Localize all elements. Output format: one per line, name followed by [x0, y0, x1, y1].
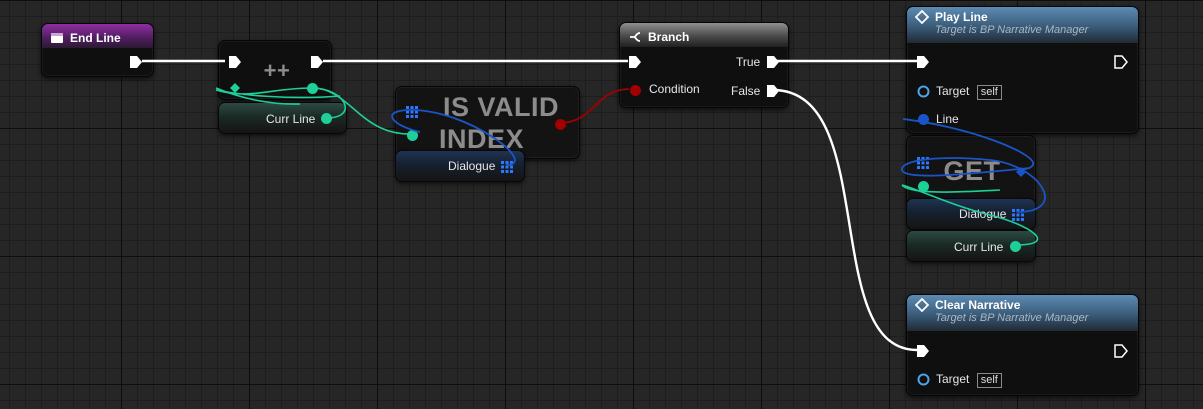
end-line-header[interactable]: End Line [42, 24, 153, 48]
is-valid-index-node[interactable]: IS VALID INDEX [395, 86, 580, 159]
int-out-pin[interactable] [320, 112, 333, 125]
exec-in-pin[interactable] [628, 55, 642, 69]
exec-out-pin[interactable] [310, 55, 324, 69]
clear-narrative-node[interactable]: Clear Narrative Target is BP Narrative M… [906, 294, 1139, 396]
play-line-title: Play Line [935, 10, 988, 24]
int-in-pin[interactable] [917, 180, 930, 193]
target-self-value[interactable]: self [976, 85, 1002, 100]
get-dialogue-label: Dialogue [959, 207, 1007, 221]
clear-narrative-title: Clear Narrative [935, 298, 1021, 312]
end-line-title: End Line [70, 31, 121, 45]
array-grid-icon[interactable] [406, 106, 418, 118]
true-label: True [736, 55, 761, 69]
object-in-pin[interactable] [917, 85, 930, 98]
bool-in-pin[interactable] [629, 84, 642, 97]
exec-in-pin[interactable] [916, 55, 930, 69]
function-icon [915, 298, 929, 312]
struct-out-pin[interactable] [1015, 166, 1027, 178]
object-in-pin[interactable] [917, 373, 930, 386]
play-line-header[interactable]: Play Line Target is BP Narrative Manager [907, 7, 1138, 43]
clear-narrative-subtitle: Target is BP Narrative Manager [935, 312, 1089, 324]
array-grid-icon[interactable] [917, 157, 929, 169]
int-in-pin[interactable] [406, 129, 419, 142]
line-label: Line [936, 112, 959, 126]
play-line-node[interactable]: Play Line Target is BP Narrative Manager… [906, 6, 1139, 134]
target-label: Target self [936, 84, 1002, 100]
condition-label: Condition [649, 82, 700, 96]
array-grid-icon[interactable] [1012, 209, 1024, 221]
dialogue-label: Dialogue [448, 159, 496, 173]
target-label-text: Target [936, 372, 970, 386]
int-in-pin[interactable] [229, 82, 241, 94]
event-icon [51, 33, 63, 43]
dialogue-variable-node[interactable]: Dialogue [395, 150, 525, 182]
get-node[interactable]: GET [906, 135, 1036, 206]
get-curr-line-variable-node[interactable]: Curr Line [906, 230, 1036, 262]
clear-narrative-header[interactable]: Clear Narrative Target is BP Narrative M… [907, 295, 1138, 331]
get-curr-line-label: Curr Line [954, 240, 1004, 254]
branch-icon [630, 32, 641, 42]
int-out-pin[interactable] [1009, 240, 1022, 253]
exec-out-pin-true[interactable] [766, 55, 780, 69]
branch-header[interactable]: Branch [620, 23, 788, 47]
array-grid-icon[interactable] [501, 161, 513, 173]
increment-node[interactable]: ++ [218, 40, 332, 100]
increment-operator: ++ [263, 58, 291, 83]
exec-out-pin[interactable] [1114, 344, 1128, 358]
curr-line-variable-node[interactable]: Curr Line [218, 102, 347, 134]
function-icon [915, 10, 929, 24]
line-in-pin[interactable] [917, 113, 930, 126]
bool-out-pin[interactable] [554, 118, 567, 131]
exec-out-pin[interactable] [1114, 55, 1128, 69]
get-title: GET [943, 156, 1001, 186]
target-self-value[interactable]: self [976, 373, 1002, 388]
target-label: Target self [936, 372, 1002, 388]
branch-node[interactable]: Branch Condition True False [619, 22, 789, 108]
get-dialogue-variable-node[interactable]: Dialogue [906, 198, 1036, 230]
end-line-event-node[interactable]: End Line [41, 23, 154, 77]
curr-line-label: Curr Line [266, 112, 316, 126]
int-out-pin[interactable] [306, 82, 319, 95]
target-label-text: Target [936, 84, 970, 98]
play-line-subtitle: Target is BP Narrative Manager [935, 24, 1089, 36]
exec-out-pin[interactable] [129, 55, 143, 69]
false-label: False [731, 84, 761, 98]
exec-wire-false-to-clearnarrative [772, 88, 918, 352]
exec-out-pin-false[interactable] [766, 84, 780, 98]
exec-in-pin[interactable] [916, 344, 930, 358]
exec-in-pin[interactable] [228, 55, 242, 69]
branch-title: Branch [648, 30, 690, 44]
